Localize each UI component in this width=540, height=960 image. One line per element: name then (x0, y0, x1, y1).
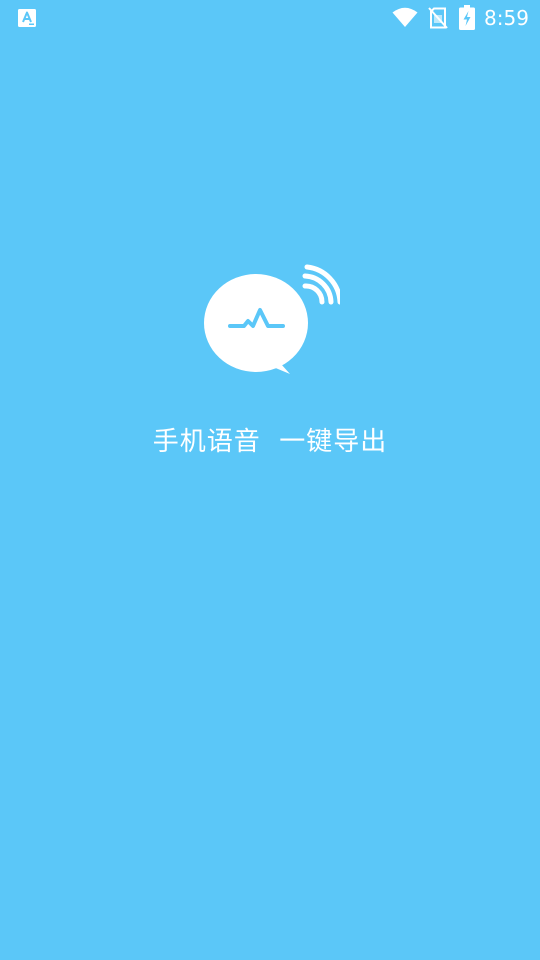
voice-chat-bubble-icon (204, 264, 340, 374)
wifi-icon (392, 7, 418, 27)
status-clock: 8:59 (484, 6, 529, 30)
status-bar: 8:59 (0, 0, 540, 36)
no-sim-icon (428, 7, 448, 29)
battery-charging-icon (459, 5, 475, 30)
splash-slogan: 手机语音 一键导出 (152, 427, 388, 457)
text-a-icon (18, 9, 36, 27)
